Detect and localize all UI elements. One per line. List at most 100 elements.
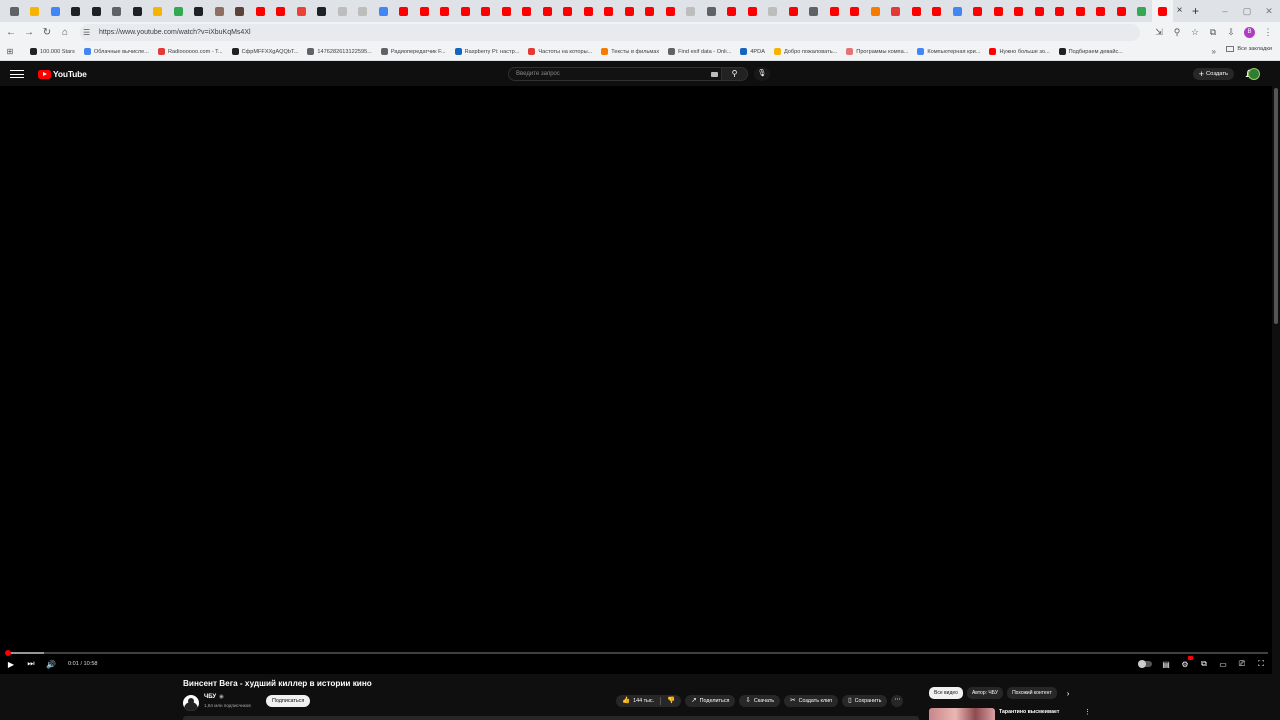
browser-tab[interactable] [148, 0, 169, 22]
browser-tab[interactable] [619, 0, 640, 22]
bookmark-item[interactable]: Программы компа... [846, 48, 908, 55]
recommendation-menu-icon[interactable]: ⋮ [1084, 708, 1091, 716]
browser-tab[interactable] [558, 0, 579, 22]
browser-tab[interactable] [1050, 0, 1071, 22]
close-tab-icon[interactable]: × [1173, 4, 1187, 18]
browser-tab[interactable] [476, 0, 497, 22]
browser-tab[interactable] [804, 0, 825, 22]
clip-button[interactable]: ✂ Создать клип [784, 695, 839, 707]
play-icon[interactable]: ▶ [6, 660, 16, 669]
browser-tab[interactable] [189, 0, 210, 22]
zoom-icon[interactable]: ⚲ [1169, 24, 1185, 41]
chevron-right-icon[interactable]: › [1067, 689, 1070, 698]
browser-tab[interactable] [865, 0, 886, 22]
browser-tab[interactable] [25, 0, 46, 22]
new-tab-button[interactable]: + [1187, 2, 1205, 20]
recommendation-title[interactable]: Тарантино высмеивает [999, 709, 1059, 715]
create-button[interactable]: + Создать [1192, 68, 1234, 80]
browser-tab[interactable] [742, 0, 763, 22]
theater-mode-icon[interactable]: ▭ [1218, 660, 1228, 669]
more-actions-icon[interactable]: ⋯ [891, 695, 904, 707]
browser-tab[interactable] [332, 0, 353, 22]
like-button[interactable]: 👍 144 тыс. [616, 695, 660, 707]
bookmarks-overflow-icon[interactable]: » [1212, 47, 1216, 56]
browser-tab[interactable] [845, 0, 866, 22]
browser-tab[interactable] [496, 0, 517, 22]
extensions-icon[interactable]: ⧉ [1205, 24, 1221, 41]
browser-menu-icon[interactable]: ⋮ [1260, 24, 1276, 41]
browser-tab[interactable] [4, 0, 25, 22]
browser-tab[interactable] [86, 0, 107, 22]
bookmark-item[interactable]: СфрMFFXXgAQQbT... [231, 48, 298, 55]
save-button[interactable]: ▯ Сохранить [842, 695, 888, 707]
bookmark-item[interactable]: Нужно больше зо... [989, 48, 1050, 55]
browser-tab[interactable] [783, 0, 804, 22]
browser-tab[interactable] [271, 0, 292, 22]
browser-tab[interactable] [968, 0, 989, 22]
all-bookmarks-button[interactable]: Все закладки [1226, 46, 1272, 52]
bookmark-star-icon[interactable]: ☆ [1187, 24, 1203, 41]
install-app-icon[interactable]: ⇲ [1151, 24, 1167, 41]
browser-tab[interactable] [947, 0, 968, 22]
bookmark-item[interactable]: Частоты на которы... [528, 48, 592, 55]
channel-avatar[interactable] [183, 695, 199, 711]
bookmark-item[interactable]: Radioooooo.com - T... [157, 48, 223, 55]
scrubber-handle[interactable] [4, 650, 11, 656]
profile-avatar[interactable]: B [1244, 27, 1255, 38]
autoplay-toggle[interactable] [1138, 660, 1152, 668]
browser-tab[interactable] [1070, 0, 1091, 22]
browser-tab[interactable] [763, 0, 784, 22]
browser-tab[interactable] [599, 0, 620, 22]
apps-grid-icon[interactable]: ⊞ [0, 47, 20, 56]
volume-icon[interactable]: 🔊 [46, 660, 56, 669]
account-avatar[interactable] [1248, 68, 1260, 80]
download-button[interactable]: ⇩ Скачать [739, 695, 781, 707]
browser-tab[interactable] [107, 0, 128, 22]
forward-icon[interactable]: → [20, 24, 38, 42]
browser-tab[interactable] [886, 0, 907, 22]
subscribe-button[interactable]: Подписаться [266, 695, 311, 707]
keyboard-icon[interactable] [711, 71, 718, 77]
bookmark-item[interactable]: Компьютерная кри... [917, 48, 980, 55]
browser-tab[interactable] [660, 0, 681, 22]
page-scrollbar[interactable] [1274, 88, 1278, 324]
downloads-icon[interactable]: ⇩ [1223, 24, 1239, 41]
search-input[interactable]: Введите запрос [508, 67, 722, 81]
browser-tab[interactable] [537, 0, 558, 22]
home-icon[interactable]: ⌂ [56, 24, 74, 42]
bookmark-item[interactable]: 1476282613122595... [307, 48, 372, 55]
channel-name[interactable]: ЧБУ [204, 694, 216, 700]
browser-tab[interactable] [681, 0, 702, 22]
browser-tab[interactable] [455, 0, 476, 22]
browser-tab[interactable] [1152, 0, 1173, 22]
close-window-icon[interactable]: ✕ [1258, 0, 1280, 22]
url-text[interactable]: https://www.youtube.com/watch?v=iXbuKqMs… [99, 29, 251, 36]
guide-menu-icon[interactable] [10, 70, 24, 78]
chip-author[interactable]: Автор: ЧБУ [966, 687, 1004, 699]
minimize-icon[interactable]: – [1214, 0, 1236, 22]
browser-tab[interactable] [250, 0, 271, 22]
bookmark-item[interactable]: Find exif data - Onli... [668, 48, 731, 55]
fullscreen-icon[interactable]: ⛶ [1256, 659, 1266, 669]
browser-tab[interactable] [1029, 0, 1050, 22]
browser-tab[interactable] [906, 0, 927, 22]
browser-tab[interactable] [168, 0, 189, 22]
microphone-icon[interactable]: 🎙 [754, 67, 770, 81]
browser-tab[interactable] [394, 0, 415, 22]
miniplayer-icon[interactable]: ⧉ [1199, 659, 1209, 669]
address-bar[interactable]: ☰ https://www.youtube.com/watch?v=iXbuKq… [80, 24, 1140, 41]
browser-tab[interactable] [1111, 0, 1132, 22]
description-box[interactable] [183, 716, 919, 720]
browser-tab[interactable] [66, 0, 87, 22]
browser-tab[interactable] [640, 0, 661, 22]
settings-gear-icon[interactable]: ⚙ [1180, 655, 1193, 669]
next-icon[interactable]: ⏭ [26, 659, 36, 669]
bookmark-item[interactable]: Радиопередатчик F... [380, 48, 446, 55]
browser-tab[interactable] [209, 0, 230, 22]
bookmark-item[interactable]: Тексты в фильмах [601, 48, 659, 55]
dislike-button[interactable]: 👎 [661, 695, 681, 707]
browser-tab[interactable] [927, 0, 948, 22]
browser-tab[interactable] [435, 0, 456, 22]
bookmark-item[interactable]: Облачные вычисле... [83, 48, 149, 55]
browser-tab[interactable] [45, 0, 66, 22]
